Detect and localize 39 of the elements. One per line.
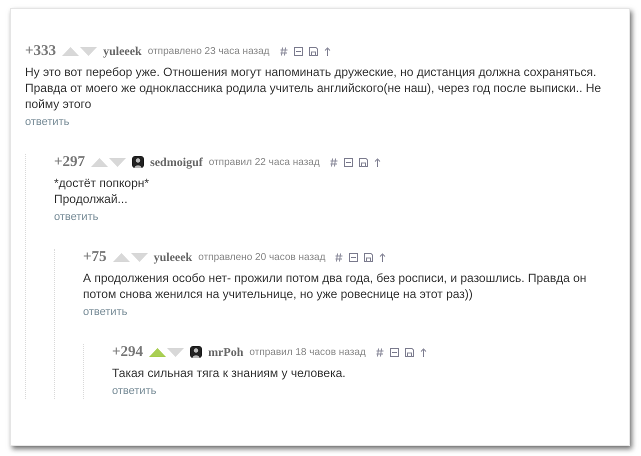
author-name[interactable]: yuleeek <box>154 250 192 264</box>
post-time: отправлено 20 часов назад <box>198 252 326 262</box>
reply-link[interactable]: ответить <box>25 116 70 128</box>
reply-link[interactable]: ответить <box>112 385 156 397</box>
post-time: отправил 18 часов назад <box>249 346 366 358</box>
avatar-icon[interactable] <box>190 346 202 358</box>
comment-text: Такая сильная тяга к знаниям у человека. <box>112 365 347 381</box>
avatar-icon[interactable] <box>132 156 144 168</box>
comment-score: +333 <box>25 42 56 60</box>
collapse-icon[interactable] <box>349 252 358 262</box>
comment-text: *достёт попкорн* Продолжай... <box>54 175 150 207</box>
author-name[interactable]: sedmoiguf <box>150 154 203 170</box>
comment-text: А продолжения особо нет- прожили потом два года, без росписи, и разошлись. Правда он потом снова женился на учительнице, но уже ровеснице на этот раз)) <box>83 270 588 302</box>
save-icon[interactable] <box>404 348 414 356</box>
up-arrow-icon[interactable] <box>420 348 427 356</box>
reply-link[interactable]: ответить <box>54 211 98 223</box>
hash-icon[interactable] <box>376 348 384 356</box>
upvote-icon[interactable] <box>149 348 166 356</box>
author-name[interactable]: mrPoh <box>208 344 244 360</box>
collapse-icon[interactable] <box>294 46 303 56</box>
up-arrow-icon[interactable] <box>379 252 386 262</box>
save-icon[interactable] <box>308 46 318 56</box>
comment-score: +75 <box>83 248 107 266</box>
post-time: отправил 22 часа назад <box>208 156 320 168</box>
author-name[interactable]: yuleeek <box>103 44 142 58</box>
save-icon[interactable] <box>358 158 368 166</box>
hash-icon[interactable] <box>330 158 338 166</box>
comment-score: +297 <box>54 154 86 170</box>
up-arrow-icon[interactable] <box>374 158 381 166</box>
reply-link[interactable]: ответить <box>83 306 128 318</box>
save-icon[interactable] <box>364 252 374 262</box>
up-arrow-icon[interactable] <box>324 46 331 56</box>
collapse-icon[interactable] <box>344 158 353 166</box>
comment-text: Ну это вот перебор уже. Отношения могут напоминать дружеские, но дистанция должна сохраняться. Правда от моего же одноклассника родила учитель английского(не наш), через год после выписки.. Не пойму этого <box>25 64 602 112</box>
post-time: отправлено 23 часа назад <box>148 46 270 56</box>
collapse-icon[interactable] <box>390 348 399 356</box>
hash-icon[interactable] <box>280 46 288 56</box>
hash-icon[interactable] <box>335 252 344 262</box>
comment-score: +294 <box>112 344 144 360</box>
